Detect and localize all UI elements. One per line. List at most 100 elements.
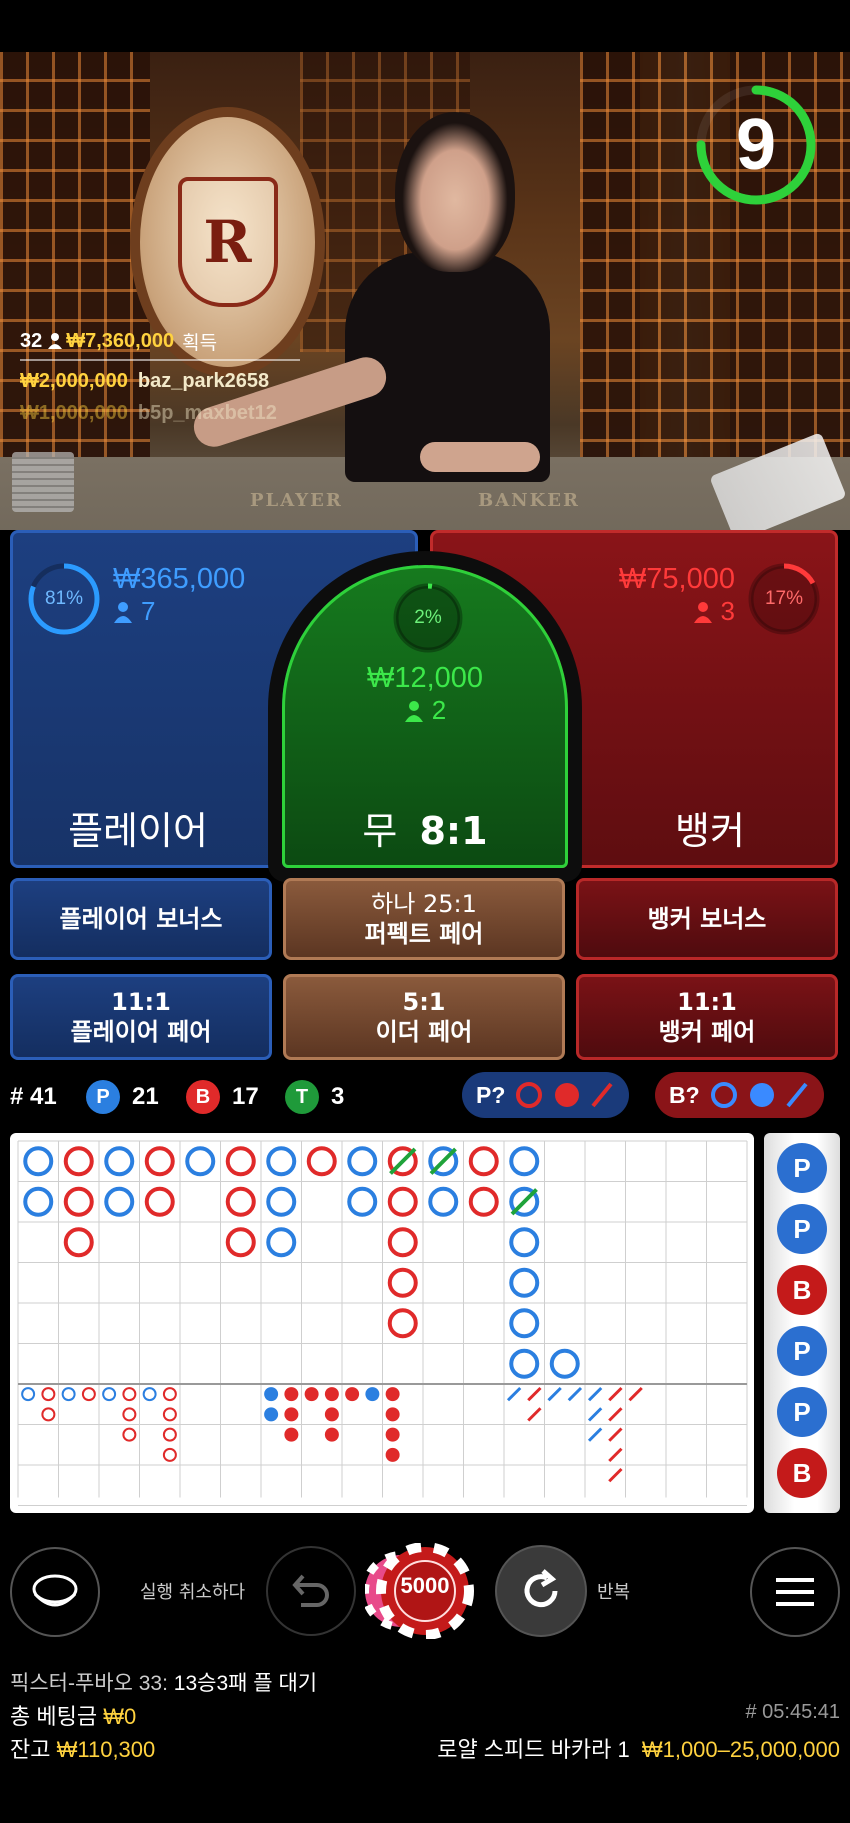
- player-pair-label: 플레이어 페어: [70, 1018, 212, 1046]
- big-road-mark: [225, 1146, 256, 1177]
- derived-road-mark: [162, 1427, 177, 1442]
- big-road-mark: [185, 1146, 216, 1177]
- big-road-mark: [428, 1186, 459, 1217]
- countdown-timer: 9: [735, 105, 777, 185]
- tie-bet-area[interactable]: 2% ₩12,000 2 무 8:1: [282, 565, 568, 868]
- game-id: # 05:45:41: [745, 1701, 840, 1723]
- derived-road-mark: [21, 1387, 36, 1402]
- big-road-mark: [387, 1267, 418, 1298]
- winner-count: 32: [20, 329, 43, 352]
- derived-road-mark: [628, 1386, 643, 1402]
- derived-road-mark: [41, 1387, 56, 1402]
- table-name: 로얄 스피드 바카라 1: [437, 1737, 630, 1762]
- derived-road-mark: [608, 1407, 623, 1422]
- streak-info: 픽스터-푸바오 33: 13승3패 플 대기: [10, 1667, 317, 1697]
- banker-pair-button[interactable]: 11:1 뱅커 페어: [576, 974, 838, 1060]
- table-info: 로얄 스피드 바카라 1 ₩1,000–25,000,000: [437, 1732, 840, 1764]
- either-pair-button[interactable]: 5:1 이더 페어: [283, 974, 565, 1060]
- felt-banker-label: BANKER: [478, 490, 580, 511]
- derived-road-mark: [284, 1427, 299, 1442]
- balance-value: ₩110,300: [56, 1737, 156, 1762]
- big-road-mark: [266, 1227, 297, 1258]
- repeat-icon: [524, 1569, 558, 1608]
- player-bettors: 7: [113, 596, 245, 627]
- big-road-mark: [225, 1186, 256, 1217]
- undo-label: 실행 취소하다: [140, 1582, 246, 1603]
- streak-value: 13승3패 플 대기: [173, 1672, 318, 1695]
- derived-road-mark: [264, 1387, 279, 1402]
- tie-label: 무 8:1: [285, 800, 565, 855]
- big-road-mark: [266, 1146, 297, 1177]
- big-road-mark: [104, 1146, 135, 1177]
- winner-amount: ₩1,000,000: [20, 401, 128, 424]
- player-stats: ₩365,000 7: [113, 563, 245, 627]
- banker-bettors: 3: [619, 596, 735, 627]
- derived-road-mark: [608, 1427, 623, 1442]
- player-bonus-label: 플레이어 보너스: [59, 905, 223, 933]
- player-next-predict-button[interactable]: P?: [462, 1072, 630, 1118]
- repeat-button[interactable]: [495, 1545, 587, 1637]
- derived-road-mark: [324, 1387, 339, 1402]
- player-pair-odds: 11:1: [111, 988, 171, 1016]
- derived-road-mark: [385, 1407, 400, 1422]
- derived-road-mark: [122, 1407, 137, 1422]
- chat-button[interactable]: [10, 1547, 100, 1637]
- big-road-mark: [509, 1348, 540, 1379]
- hamburger-icon: [776, 1578, 814, 1606]
- derived-road-mark: [587, 1427, 603, 1442]
- big-road-mark: [144, 1146, 175, 1177]
- big-road-mark: [306, 1146, 337, 1177]
- big-road-mark: [509, 1308, 540, 1339]
- winner-user: b5p_maxbet12: [137, 401, 277, 424]
- user-icon: [48, 333, 63, 349]
- derived-road-mark: [365, 1387, 380, 1402]
- total-bet-value: ₩0: [103, 1704, 137, 1729]
- big-road-mark: [509, 1227, 540, 1258]
- derived-road-mark: [284, 1407, 299, 1422]
- derived-road-mark: [385, 1427, 400, 1442]
- big-road-mark: [347, 1146, 378, 1177]
- derived-road-mark: [385, 1447, 400, 1462]
- winners-total: 32 ₩7,360,000 획득: [20, 325, 300, 357]
- derived-road-mark: [608, 1447, 623, 1463]
- perfect-pair-button[interactable]: 하나 25:1 퍼펙트 페어: [283, 878, 565, 960]
- banker-next-predict-button[interactable]: B?: [655, 1072, 824, 1118]
- big-road-mark: [144, 1186, 175, 1217]
- winner-row: ₩1,000,000 b5p_maxbet12: [20, 397, 300, 429]
- tie-odds: 8:1: [419, 809, 488, 853]
- big-road-mark: [23, 1146, 54, 1177]
- bead-banker: B: [777, 1448, 827, 1498]
- derived-road-mark: [506, 1386, 522, 1402]
- repeat-label: 반복: [597, 1582, 631, 1603]
- menu-button[interactable]: [750, 1547, 840, 1637]
- user-icon: [404, 700, 423, 722]
- derived-road-mark: [284, 1387, 299, 1402]
- tie-bettor-count: 2: [431, 695, 447, 725]
- player-bonus-button[interactable]: 플레이어 보너스: [10, 878, 272, 960]
- total-bet: 총 베팅금 ₩0: [10, 1699, 136, 1731]
- big-road-mark: [509, 1146, 540, 1177]
- winners-total-suffix: 획득: [182, 332, 218, 354]
- banker-bonus-button[interactable]: 뱅커 보너스: [576, 878, 838, 960]
- bead-player: P: [777, 1204, 827, 1254]
- big-road-mark: [387, 1227, 418, 1258]
- felt-player-label: PLAYER: [250, 490, 343, 511]
- derived-road-mark: [567, 1386, 583, 1402]
- big-road-mark: [266, 1186, 297, 1217]
- derived-road-mark: [547, 1386, 562, 1402]
- undo-button[interactable]: [266, 1546, 356, 1636]
- bead-road-strip[interactable]: PPBPPB: [764, 1133, 840, 1513]
- derived-road-mark: [608, 1467, 623, 1483]
- derived-road-mark: [61, 1387, 76, 1402]
- either-pair-label: 이더 페어: [375, 1018, 473, 1046]
- big-road-mark: [387, 1186, 418, 1217]
- big-road-mark: [225, 1227, 256, 1258]
- player-pair-button[interactable]: 11:1 플레이어 페어: [10, 974, 272, 1060]
- derived-road-mark: [385, 1387, 400, 1402]
- perfect-pair-label: 퍼펙트 페어: [364, 920, 484, 948]
- scoreboard-roadmap[interactable]: [10, 1133, 754, 1513]
- banker-pair-odds: 11:1: [677, 988, 737, 1016]
- derived-road-mark: [142, 1387, 157, 1402]
- derived-road-mark: [162, 1447, 177, 1462]
- banker-percent: 17%: [764, 588, 804, 609]
